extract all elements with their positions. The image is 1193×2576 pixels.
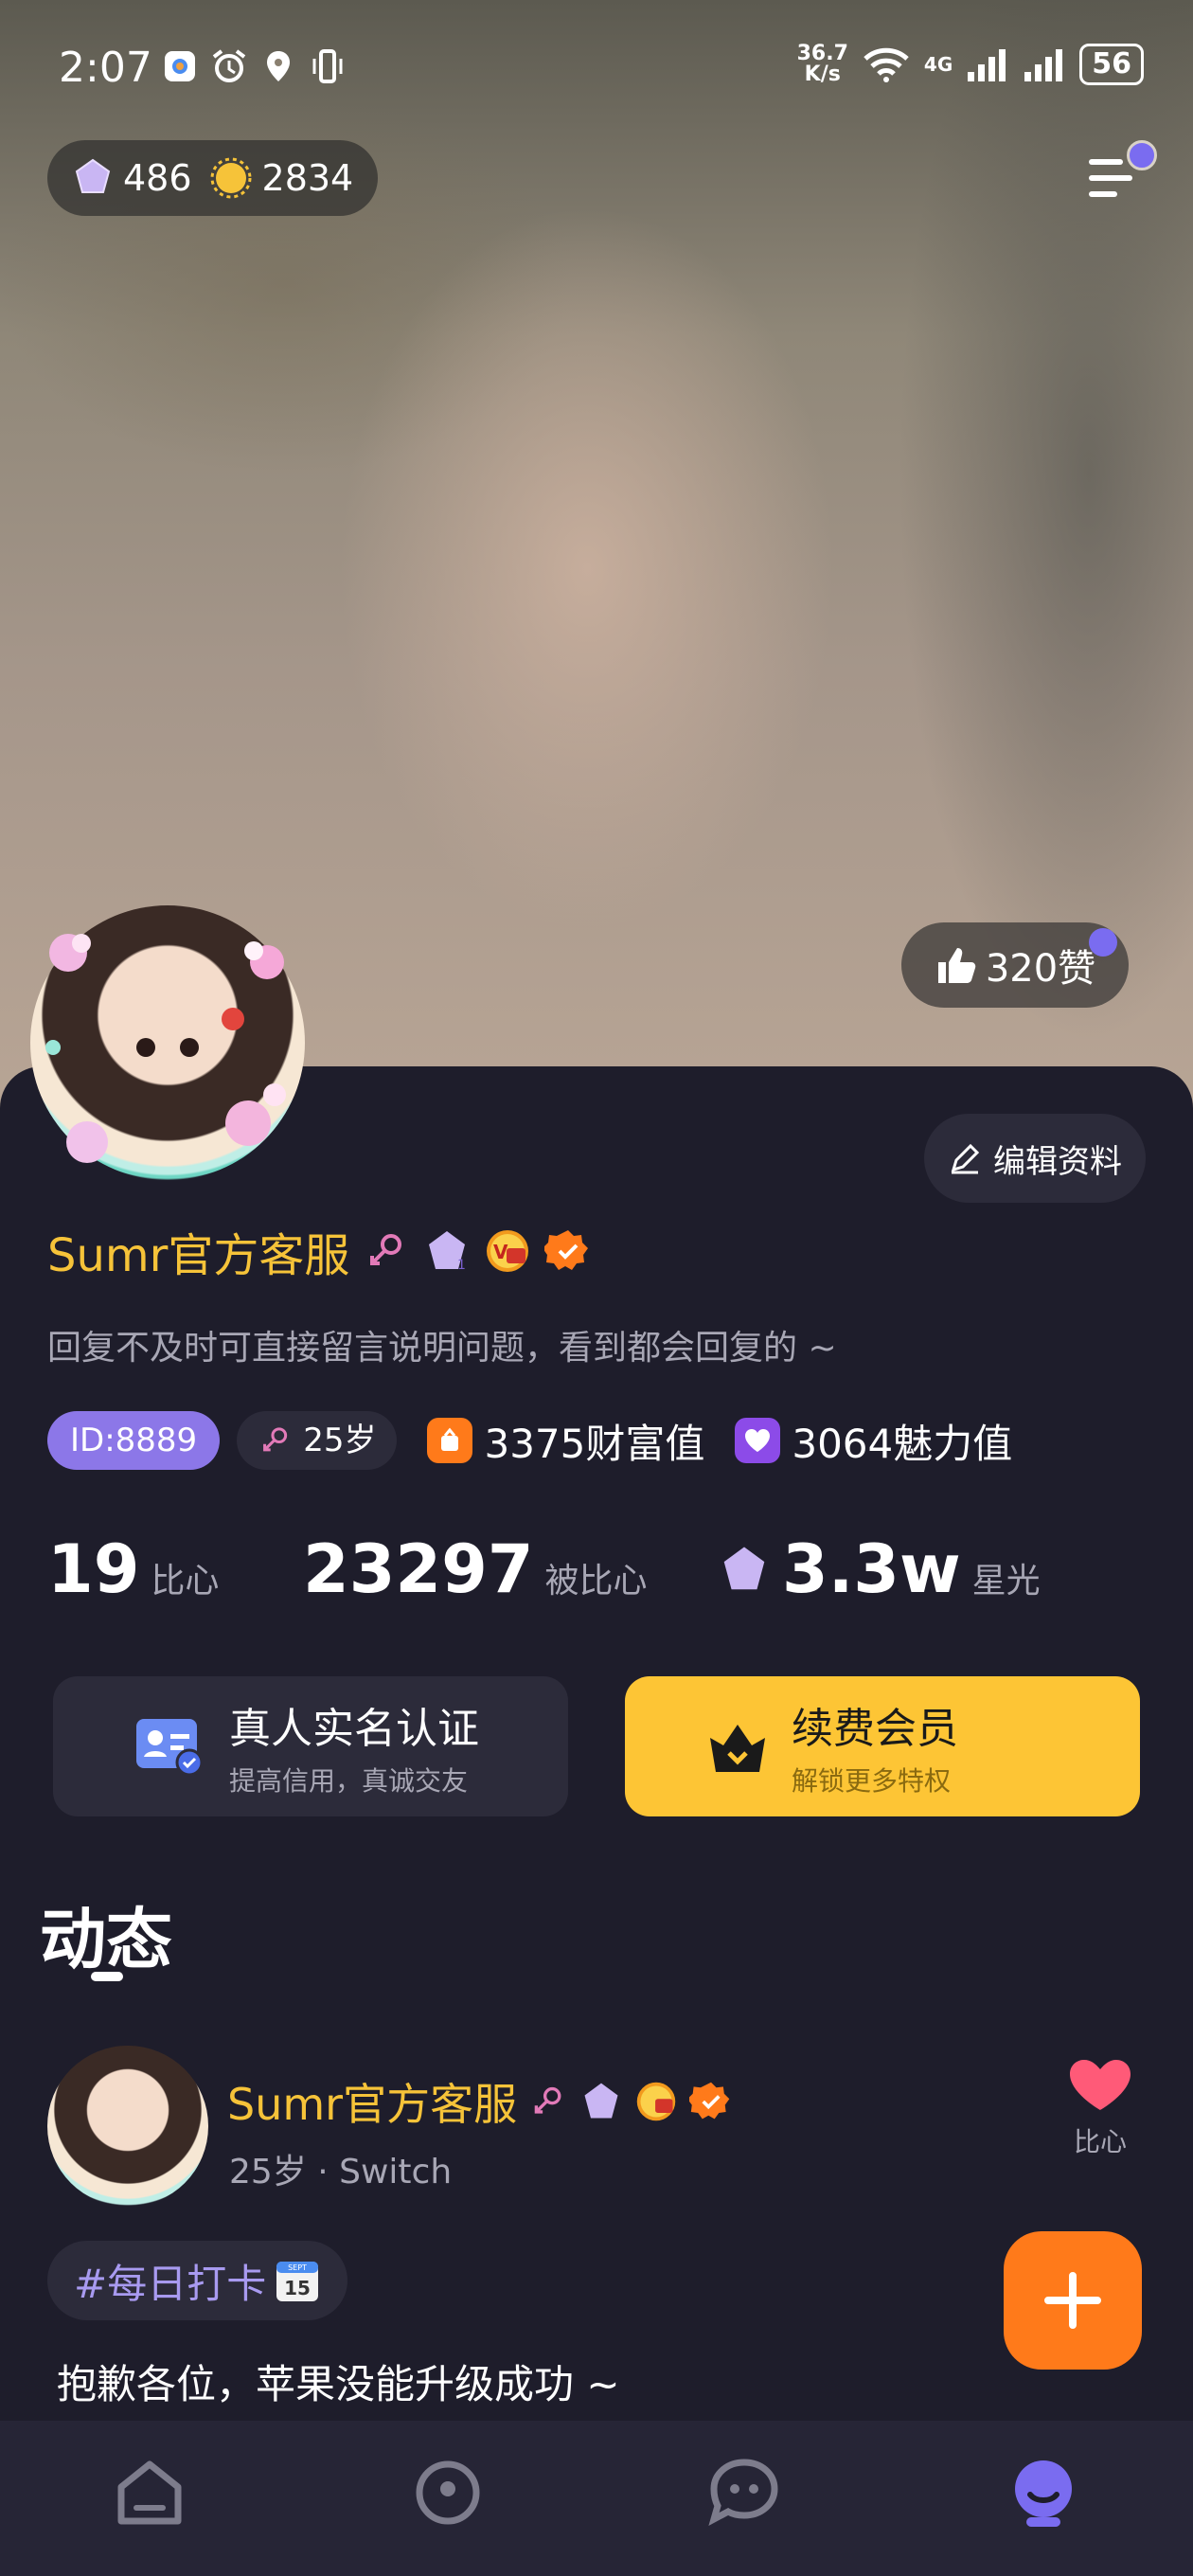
likes-notification-dot bbox=[1089, 928, 1117, 957]
wallet-balance[interactable]: 486 2834 bbox=[47, 140, 379, 216]
edit-profile-label: 编辑资料 bbox=[993, 1142, 1122, 1181]
message-icon[interactable] bbox=[706, 2455, 782, 2531]
vip-subtitle: 解锁更多特权 bbox=[792, 1765, 952, 1797]
profile-icon[interactable] bbox=[1006, 2455, 1081, 2531]
profile-name: Sumr官方客服 bbox=[47, 1229, 350, 1282]
gem-icon bbox=[75, 158, 111, 193]
profile-tags: ID:8889 25岁 3375财富值 3064魅力值 bbox=[47, 1411, 1012, 1470]
heart-icon bbox=[1070, 2060, 1131, 2110]
female-icon bbox=[263, 1427, 288, 1452]
thumbs-up-icon bbox=[937, 948, 976, 983]
gem-count: 486 bbox=[123, 157, 192, 199]
vip-title: 续费会员 bbox=[792, 1705, 958, 1753]
starlight-gem-icon bbox=[723, 1547, 765, 1590]
signal-strength-icon bbox=[968, 49, 1006, 81]
battery-level: 56 bbox=[1079, 44, 1144, 85]
app-notification-icon bbox=[165, 51, 195, 81]
post-author-avatar[interactable] bbox=[47, 2046, 208, 2207]
section-indicator bbox=[91, 1972, 123, 1981]
wifi-icon bbox=[864, 47, 909, 82]
coin-icon bbox=[210, 157, 252, 199]
female-gender-icon bbox=[370, 1234, 402, 1265]
stat-given-hearts[interactable]: 19 比心 bbox=[47, 1530, 219, 1608]
crown-bag-icon bbox=[710, 1725, 765, 1772]
svg-text:15: 15 bbox=[284, 2277, 311, 2299]
discover-icon[interactable] bbox=[410, 2455, 486, 2531]
plus-icon bbox=[1044, 2272, 1101, 2329]
user-id-tag[interactable]: ID:8889 bbox=[47, 1411, 221, 1470]
stat-received-hearts[interactable]: 23297 被比心 bbox=[303, 1530, 648, 1608]
stat-starlight[interactable]: 3.3w 星光 bbox=[718, 1530, 1041, 1608]
age-label: 25岁 bbox=[303, 1422, 377, 1459]
coin-count: 2834 bbox=[261, 157, 354, 199]
age-tag: 25岁 bbox=[237, 1411, 398, 1470]
svg-text:V: V bbox=[493, 1241, 508, 1263]
charm-heart-icon bbox=[735, 1418, 781, 1463]
post-meta: 25岁 · Switch bbox=[229, 2153, 453, 2191]
topic-label: #每日打卡 bbox=[74, 2260, 267, 2307]
vip-year-badge-icon: V bbox=[487, 1230, 529, 1272]
moments-section-title[interactable]: 动态 bbox=[40, 1887, 172, 1982]
create-post-button[interactable] bbox=[1004, 2231, 1142, 2370]
location-icon bbox=[267, 51, 290, 81]
post-author-row: Sumr官方客服 bbox=[227, 2070, 733, 2133]
pencil-icon bbox=[951, 1143, 980, 1174]
svg-text:1: 1 bbox=[457, 1258, 466, 1273]
post-gem-badge-icon bbox=[584, 2083, 618, 2119]
alarm-icon bbox=[212, 49, 246, 82]
post-topic-tag[interactable]: #每日打卡 SEPT 15 bbox=[47, 2241, 348, 2320]
gem-level-badge-icon: 1 bbox=[429, 1231, 466, 1273]
verification-subtitle: 提高信用，真诚交友 bbox=[229, 1765, 469, 1797]
post-female-icon bbox=[534, 2086, 561, 2114]
status-time: 2:07 bbox=[59, 44, 152, 92]
svg-text:SEPT: SEPT bbox=[288, 2263, 307, 2272]
vibrate-icon bbox=[312, 49, 343, 83]
post-author-name[interactable]: Sumr官方客服 bbox=[227, 2070, 517, 2133]
id-card-icon bbox=[136, 1719, 204, 1777]
verification-title: 真人实名认证 bbox=[229, 1705, 479, 1753]
avatar-frame-flowers bbox=[45, 934, 286, 1163]
post-vip-badge-icon bbox=[636, 2082, 676, 2121]
network-speed: 36.7 K/s bbox=[796, 42, 848, 86]
profile-name-row: Sumr官方客服 1 V bbox=[47, 1218, 592, 1284]
edit-profile-button[interactable]: 编辑资料 bbox=[924, 1114, 1146, 1203]
bottom-tab-bar bbox=[0, 2421, 1193, 2576]
renew-vip-card[interactable]: 续费会员 解锁更多特权 bbox=[625, 1676, 1140, 1816]
network-type: 4G bbox=[923, 53, 953, 76]
wealth-value[interactable]: 3375财富值 bbox=[427, 1412, 704, 1470]
home-icon[interactable] bbox=[112, 2455, 187, 2531]
profile-stats: 19 比心 23297 被比心 3.3w 星光 bbox=[47, 1530, 1165, 1616]
calendar-icon: SEPT 15 bbox=[276, 2262, 319, 2301]
signal-strength-2-icon bbox=[1024, 49, 1063, 81]
menu-notification-dot bbox=[1127, 140, 1157, 170]
post-content: 抱歉各位，苹果没能升级成功 ~ bbox=[57, 2361, 620, 2407]
real-name-verification-card[interactable]: 真人实名认证 提高信用，真诚交友 bbox=[53, 1676, 568, 1816]
wealth-icon bbox=[427, 1418, 473, 1463]
status-bar: 2:07 36.7 K/s 4G 56 bbox=[0, 38, 1193, 98]
likes-count: 320赞 bbox=[985, 947, 1096, 991]
charm-value[interactable]: 3064魅力值 bbox=[735, 1412, 1012, 1470]
post-like-label: 比心 bbox=[1073, 2126, 1127, 2157]
profile-bio: 回复不及时可直接留言说明问题，看到都会回复的 ~ bbox=[47, 1329, 837, 1368]
post-like-button[interactable]: 比心 bbox=[1064, 2057, 1136, 2159]
post-verified-icon bbox=[689, 2082, 730, 2120]
verified-badge-icon bbox=[544, 1230, 589, 1270]
charm-label: 3064魅力值 bbox=[792, 1420, 1013, 1467]
wealth-label: 3375财富值 bbox=[484, 1420, 705, 1467]
